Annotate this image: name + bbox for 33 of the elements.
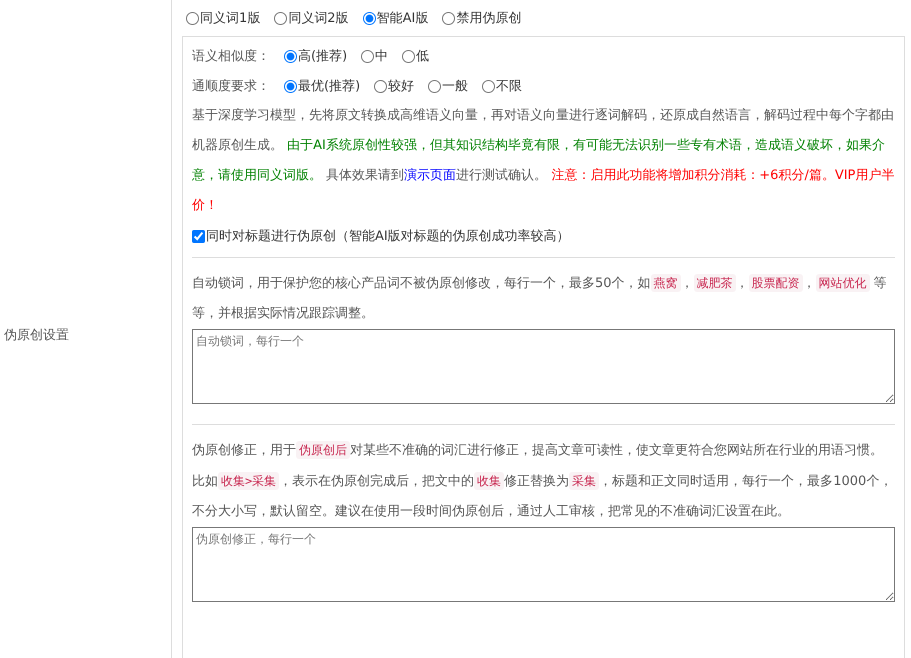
similarity-label: 语义相似度： [192,48,270,65]
ai-description: 基于深度学习模型，先将原文转换成高维语义向量，再对语义向量进行逐词解码，还原成自然语言，解码过程中每个字都由机器原创生成。 由于AI系统原创性较强，但其知识结构毕竟有限，有可能无法识别一些专有术语，造成语义破坏，如果介意，请使用同义词版。 具体效果请到演示页面进行测试确认。 注意：启用此功能将增加积分消耗：+6积分/篇。VIP用户半价！ [192,107,895,215]
radio-option[interactable]: 最优(推荐) [284,77,360,95]
radio-option[interactable]: 同义词2版 [274,9,349,27]
lock-words-description: 自动锁词，用于保护您的核心产品词不被伪原创修改，每行一个，最多50个，如 燕窝 ， 减肥茶 ， 股票配资 ， 网站优化 等等，并根据实际情况跟踪调整。 [192,273,888,323]
radio-option[interactable]: 智能AI版 [362,9,428,27]
radio-option[interactable]: 不限 [482,77,522,95]
radio-button[interactable] [274,12,288,24]
correction-description: 伪原创修正，用于 伪原创后 对某些不准确的词汇进行修正，提高文章可读性，使文章更符合您网站所在行业的用语习惯。比如 收集>采集 ，表示在伪原创完成后，把文中的 收集 修正替换为 采集 ，标题和正文同时适用，每行一个，最多1000个，不分大小写，默认留空。建议在使用一段时间伪原创后，通过人工审核，把常见的不准确词汇设置在此。 [192,440,894,521]
radio-button[interactable] [186,12,199,24]
title-checkbox-option[interactable]: 同时对标题进行伪原创（智能AI版对标题的伪原创成功率较高） [192,227,570,245]
radio-option[interactable]: 禁用伪原创 [442,9,522,27]
radio-button[interactable] [482,80,496,92]
section-label: 伪原创设置 [4,327,69,344]
radio-option[interactable]: 低 [402,47,430,65]
demo-page-link[interactable]: 演示页面 [404,168,456,183]
fluency-label: 通顺度要求： [192,78,270,95]
radio-button[interactable] [362,12,376,24]
radio-option[interactable]: 中 [361,47,388,65]
lock-words-field[interactable]: 自动锁词，每行一个 [192,329,895,404]
radio-button[interactable] [442,12,456,24]
radio-button[interactable] [284,50,297,62]
radio-button[interactable] [428,80,442,92]
radio-option[interactable]: 同义词1版 [186,9,260,27]
correction-field[interactable]: 伪原创修正，每行一个 [192,527,895,602]
radio-option[interactable]: 较好 [374,77,414,95]
radio-button[interactable] [284,80,297,92]
radio-option[interactable]: 高(推荐) [284,47,348,65]
radio-button[interactable] [374,80,388,92]
radio-button[interactable] [402,50,416,62]
radio-button[interactable] [361,50,374,62]
checkbox[interactable] [192,230,205,242]
radio-option[interactable]: 一般 [428,77,468,95]
